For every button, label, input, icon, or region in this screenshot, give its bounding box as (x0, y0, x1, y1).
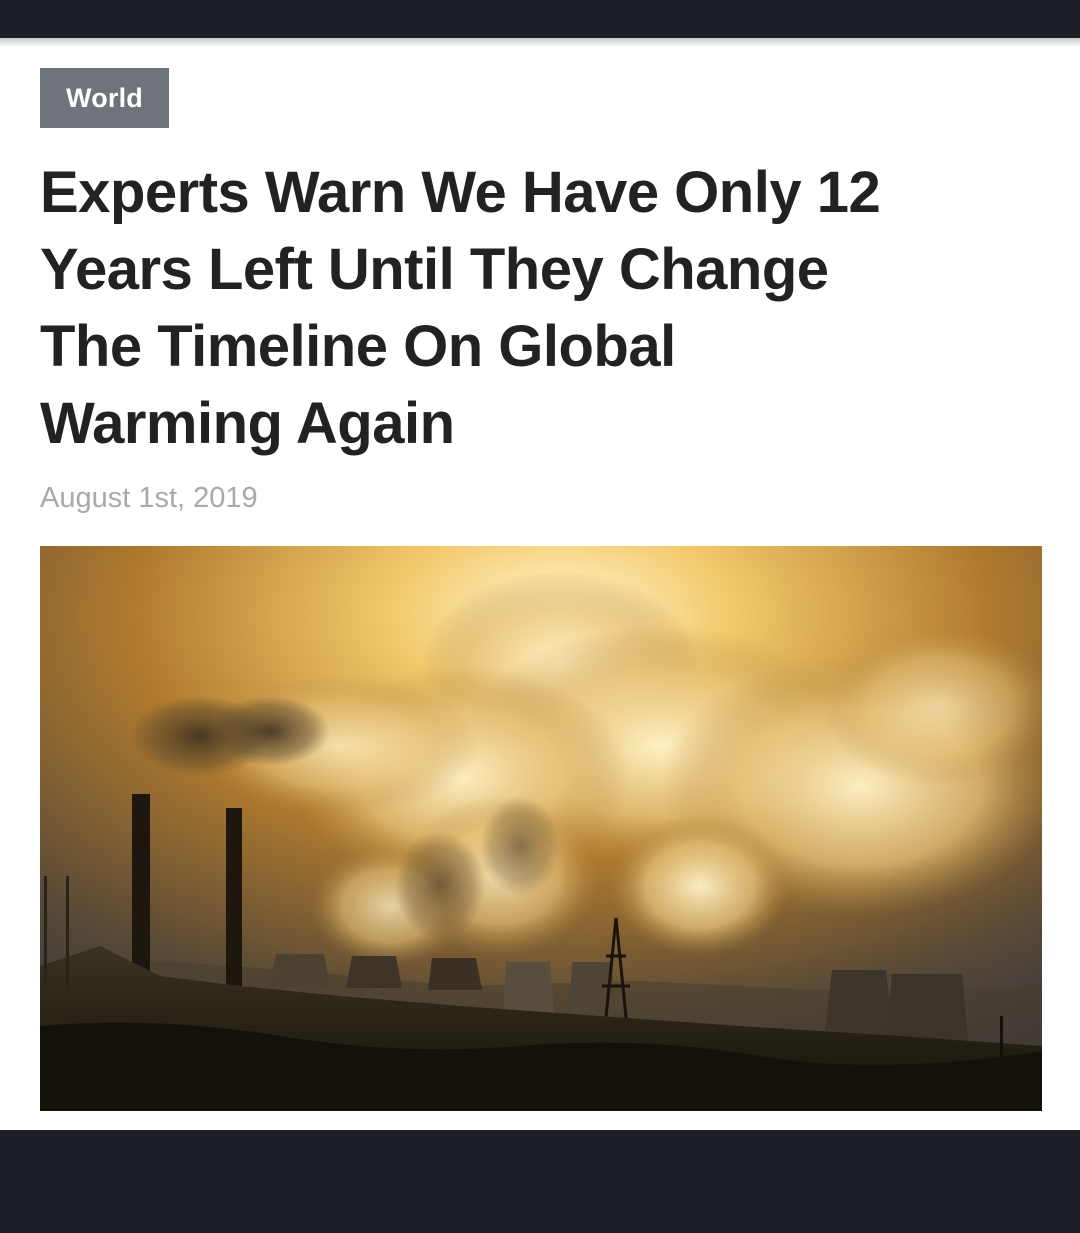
article-headline[interactable]: Experts Warn We Have Only 12 Years Left … (40, 154, 1040, 462)
hero-image-power-plant[interactable] (40, 546, 1042, 1111)
top-app-bar (0, 0, 1080, 38)
bottom-app-bar (0, 1130, 1080, 1233)
top-bar-divider (0, 38, 1080, 46)
headline-line: The Timeline On Global (40, 314, 676, 379)
power-plant-illustration (40, 546, 1042, 1111)
headline-line: Years Left Until They Change (40, 237, 829, 302)
article-card: World Experts Warn We Have Only 12 Years… (0, 46, 1080, 1130)
publish-date: August 1st, 2019 (40, 482, 258, 514)
category-badge[interactable]: World (40, 68, 169, 128)
headline-line: Warming Again (40, 391, 455, 456)
headline-line: Experts Warn We Have Only 12 (40, 160, 881, 225)
